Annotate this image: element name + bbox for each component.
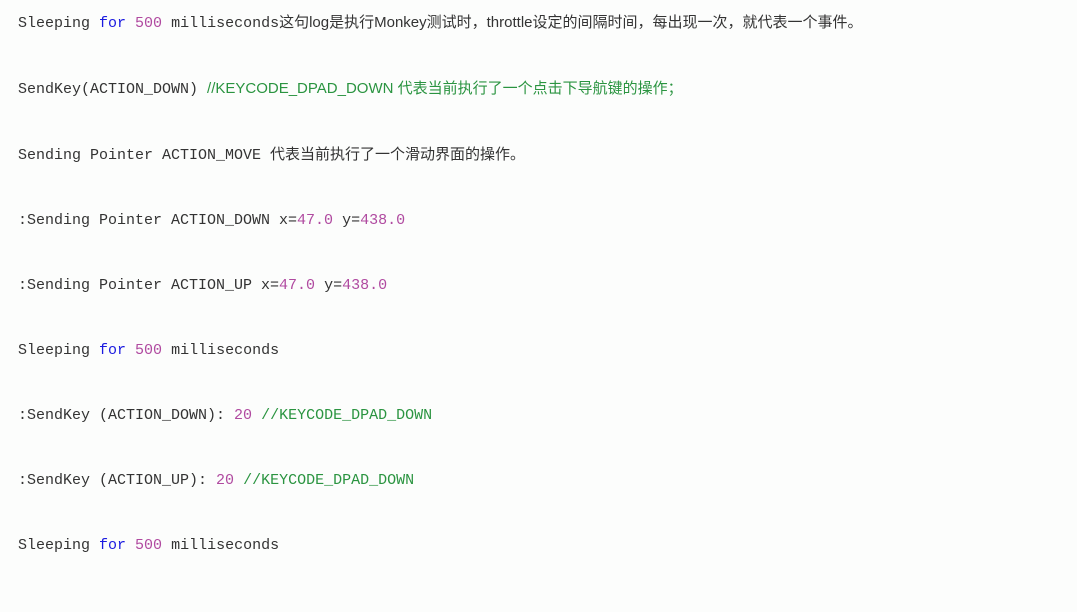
comment: //KEYCODE_DPAD_DOWN 代表当前执行了一个点击下导航键的操作； [207, 80, 683, 97]
log-line-1: Sleeping for 500 milliseconds这句log是执行Mon… [18, 12, 1059, 34]
log-line-5: :Sending Pointer ACTION_UP x=47.0 y=438.… [18, 275, 1059, 296]
keyword-for: for [99, 537, 126, 554]
space [252, 407, 261, 424]
text: Sending Pointer ACTION_MOVE [18, 147, 270, 164]
number: 20 [216, 472, 234, 489]
log-line-7: :SendKey (ACTION_DOWN): 20 //KEYCODE_DPA… [18, 405, 1059, 426]
space [126, 537, 135, 554]
space [126, 342, 135, 359]
description-cn: 代表当前执行了一个滑动界面的操作。 [270, 146, 525, 163]
text: milliseconds [162, 342, 279, 359]
number: 20 [234, 407, 252, 424]
text: Sleeping [18, 342, 99, 359]
text: :SendKey (ACTION_UP): [18, 472, 216, 489]
number: 500 [135, 342, 162, 359]
text: Sleeping [18, 537, 99, 554]
number-y: 438.0 [342, 277, 387, 294]
log-line-9: Sleeping for 500 milliseconds [18, 535, 1059, 556]
text: milliseconds [162, 537, 279, 554]
log-line-6: Sleeping for 500 milliseconds [18, 340, 1059, 361]
number-x: 47.0 [279, 277, 315, 294]
log-line-3: Sending Pointer ACTION_MOVE 代表当前执行了一个滑动界… [18, 144, 1059, 166]
log-line-4: :Sending Pointer ACTION_DOWN x=47.0 y=43… [18, 210, 1059, 231]
text: milliseconds [162, 15, 279, 32]
text: Sleeping [18, 15, 99, 32]
number: 500 [135, 537, 162, 554]
comment: //KEYCODE_DPAD_DOWN [243, 472, 414, 489]
keyword-for: for [99, 15, 126, 32]
number: 500 [135, 15, 162, 32]
text: :Sending Pointer ACTION_UP x= [18, 277, 279, 294]
keyword-for: for [99, 342, 126, 359]
text: SendKey(ACTION_DOWN) [18, 81, 207, 98]
text: :SendKey (ACTION_DOWN): [18, 407, 234, 424]
number-x: 47.0 [297, 212, 333, 229]
text: y= [315, 277, 342, 294]
space [126, 15, 135, 32]
comment: //KEYCODE_DPAD_DOWN [261, 407, 432, 424]
description-cn: 这句log是执行Monkey测试时，throttle设定的间隔时间，每出现一次，… [279, 14, 862, 31]
space [234, 472, 243, 489]
text: y= [333, 212, 360, 229]
log-line-8: :SendKey (ACTION_UP): 20 //KEYCODE_DPAD_… [18, 470, 1059, 491]
log-line-2: SendKey(ACTION_DOWN) //KEYCODE_DPAD_DOWN… [18, 78, 1059, 100]
number-y: 438.0 [360, 212, 405, 229]
text: :Sending Pointer ACTION_DOWN x= [18, 212, 297, 229]
